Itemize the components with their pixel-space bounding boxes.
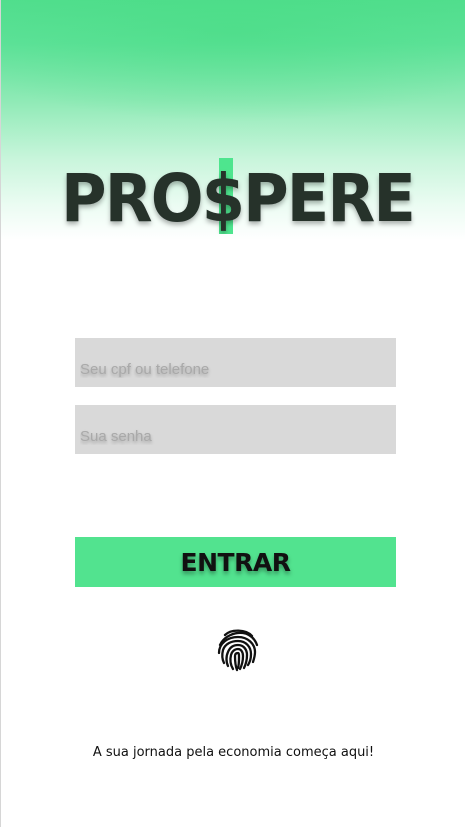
- logo-dollar-glyph: $: [202, 160, 243, 234]
- fingerprint-icon[interactable]: [215, 626, 261, 672]
- svg-text:PRO$PERE: PRO$PERE: [61, 160, 414, 234]
- logo-text-right: PERE: [243, 160, 414, 234]
- login-screen: PRO$PERE ENTRAR A sua jornada pela econo…: [0, 0, 465, 827]
- cpf-input[interactable]: [75, 338, 396, 387]
- enter-button[interactable]: ENTRAR: [75, 537, 396, 587]
- logo-text-left: PRO: [61, 160, 202, 234]
- password-input[interactable]: [75, 405, 396, 454]
- cpf-field[interactable]: [75, 338, 396, 387]
- password-field[interactable]: [75, 405, 396, 454]
- tagline: A sua jornada pela economia começa aqui!: [92, 745, 375, 760]
- app-logo: PRO$PERE: [1, 158, 465, 234]
- enter-button-label: ENTRAR: [180, 547, 291, 577]
